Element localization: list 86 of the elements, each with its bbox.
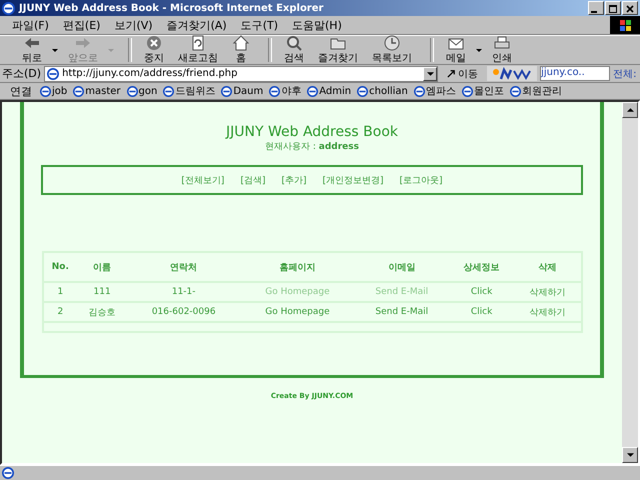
toolbar-button[interactable]: 메일 xyxy=(442,35,470,65)
page-icon xyxy=(221,86,232,96)
column-header: 홈페이지 xyxy=(240,252,355,282)
column-header: 상세정보 xyxy=(448,252,514,282)
search-field[interactable]: jjuny.co.. xyxy=(540,66,610,81)
toolbar-button[interactable]: 검색 xyxy=(280,35,308,65)
link-item[interactable]: job xyxy=(40,86,68,96)
link-item[interactable]: 드림위즈 xyxy=(163,84,216,98)
link-item[interactable]: Admin xyxy=(307,86,352,96)
delete-link[interactable]: 삭제하기 xyxy=(529,288,566,298)
toolbar-button[interactable]: 새로고침 xyxy=(174,35,222,65)
page-icon xyxy=(163,86,174,96)
browser-e-icon xyxy=(2,2,15,14)
scroll-down-button[interactable] xyxy=(622,447,638,463)
go-button[interactable]: 이동 xyxy=(441,66,484,80)
link-item[interactable]: 야후 xyxy=(269,84,302,98)
dropdown-caret-icon[interactable] xyxy=(476,48,482,52)
close-button[interactable] xyxy=(622,1,638,15)
current-user-label: 현재사용자 : xyxy=(265,142,316,152)
link-item[interactable]: chollian xyxy=(357,86,408,96)
table-cell: 111 xyxy=(77,282,128,302)
clock-icon xyxy=(383,35,401,51)
link-item[interactable]: master xyxy=(73,86,121,96)
menu-item[interactable]: 도구(T) xyxy=(240,18,278,32)
search-scope-label: 전체: xyxy=(613,68,636,80)
scrollbar[interactable] xyxy=(622,102,638,463)
toolbar-button[interactable]: 즐겨찾기 xyxy=(314,35,362,65)
table-cell: 김승호 xyxy=(77,302,128,322)
page-icon xyxy=(307,86,318,96)
page-icon xyxy=(414,86,425,96)
menu-item[interactable]: 보기(V) xyxy=(114,18,153,32)
toolbar-button[interactable]: 뒤로 xyxy=(18,35,46,65)
close-icon xyxy=(625,4,635,14)
page-icon xyxy=(510,86,521,96)
window-title: JJUNY Web Address Book - Microsoft Internet Explorer xyxy=(19,2,324,14)
table-cell: 11-1- xyxy=(127,282,240,302)
links-label: 연결 xyxy=(10,84,32,98)
link-item[interactable]: Daum xyxy=(221,86,264,96)
page-icon xyxy=(357,86,368,96)
link-item[interactable]: gon xyxy=(126,86,158,96)
menu-item[interactable]: 도움말(H) xyxy=(292,18,342,32)
dropdown-caret-icon[interactable] xyxy=(52,48,58,52)
toolbar-button[interactable]: 홈 xyxy=(228,35,254,65)
delete-link[interactable]: 삭제하기 xyxy=(529,308,566,318)
link-item[interactable]: 회원관리 xyxy=(510,84,562,98)
column-header: 이름 xyxy=(77,252,128,282)
link-item[interactable]: 엠파스 xyxy=(414,84,456,98)
right-arrow-icon xyxy=(74,35,92,51)
menu-item[interactable]: 편집(E) xyxy=(62,18,100,32)
column-header: 연락처 xyxy=(127,252,240,282)
toolbar-button[interactable]: 중지 xyxy=(140,35,168,65)
minimize-icon xyxy=(591,11,597,13)
maximize-button[interactable] xyxy=(605,1,621,15)
search-icon xyxy=(285,35,303,51)
scroll-up-button[interactable] xyxy=(622,102,638,118)
windows-logo-icon xyxy=(610,16,640,34)
page-icon xyxy=(47,68,60,80)
page-icon xyxy=(126,86,138,96)
dropdown-button[interactable] xyxy=(423,66,438,80)
link-item[interactable]: 몰인포 xyxy=(462,84,504,98)
page-icon xyxy=(269,86,280,96)
minimize-button[interactable] xyxy=(588,1,604,15)
menu-item[interactable]: 즐겨찾기(A) xyxy=(166,18,227,32)
page-icon xyxy=(462,86,473,96)
table-cell: 016-602-0096 xyxy=(127,302,240,322)
caret-icon xyxy=(426,72,434,76)
table-cell: 1 xyxy=(42,282,78,302)
toolbar-button[interactable]: 목록보기 xyxy=(368,35,416,65)
column-header: 삭제 xyxy=(514,252,582,282)
maximize-icon xyxy=(608,4,618,14)
address-field[interactable]: http://jjuny.com/address/friend.php xyxy=(44,66,438,82)
toolbar-button[interactable]: 인쇄 xyxy=(488,35,516,65)
column-header: 이메일 xyxy=(354,252,449,282)
column-header: No. xyxy=(42,252,78,282)
page-title: JJUNY Web Address Book xyxy=(226,124,398,140)
page-icon xyxy=(40,86,51,96)
menu-item[interactable]: 파일(F) xyxy=(12,18,49,32)
up-arrow-icon xyxy=(626,108,634,112)
left-arrow-icon xyxy=(23,35,41,51)
arrow-icon xyxy=(447,69,456,78)
table-cell: 2 xyxy=(42,302,78,322)
toolbar-logo-icon xyxy=(487,66,538,81)
current-user: address xyxy=(318,142,359,152)
page-icon xyxy=(73,86,84,96)
down-arrow-icon xyxy=(626,453,634,457)
address-label: 주소(D) xyxy=(2,66,42,81)
